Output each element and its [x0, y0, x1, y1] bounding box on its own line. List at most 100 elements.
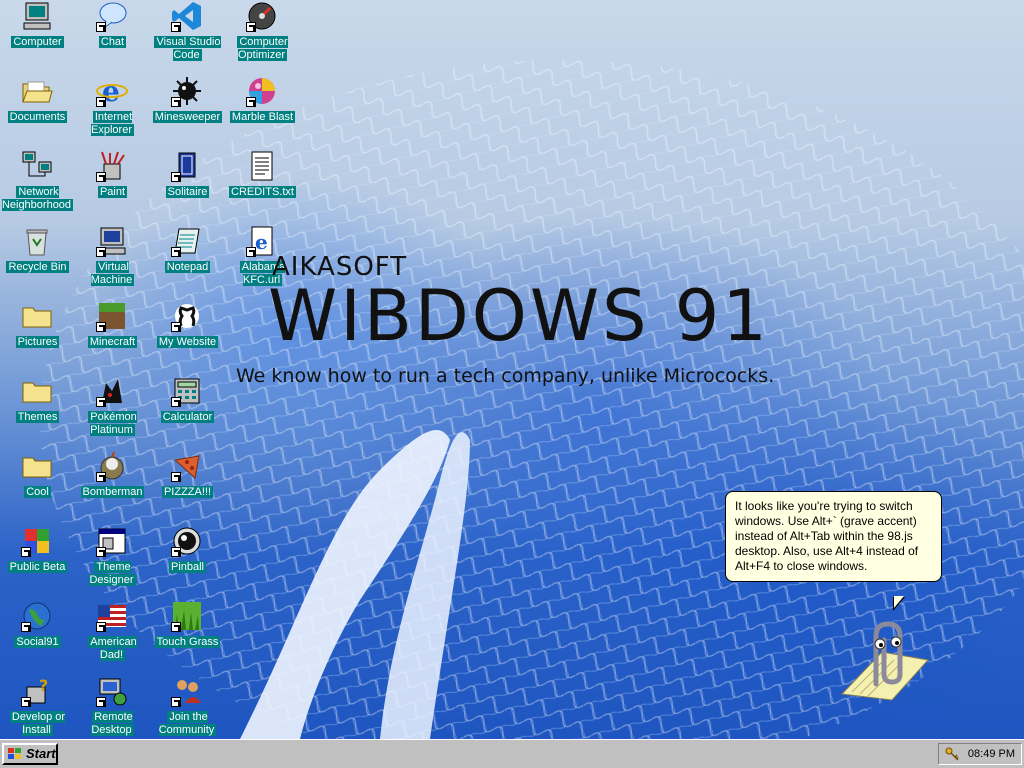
pokemon-icon — [96, 375, 128, 407]
minesweeper-icon — [171, 75, 203, 107]
desktop-icon-label: Remote Desktop — [91, 711, 134, 736]
desktop-icon-pictures[interactable]: Pictures — [0, 300, 75, 370]
desktop-icon-virtual-machine[interactable]: Virtual Machine — [75, 225, 150, 295]
flag-icon — [96, 600, 128, 632]
desktop-icon-paint[interactable]: Paint — [75, 150, 150, 220]
desktop-icon-label: Computer Optimizer — [237, 36, 288, 61]
minecraft-icon — [96, 300, 128, 332]
clock[interactable]: 08:49 PM — [968, 744, 1015, 764]
paint-icon — [96, 150, 128, 182]
desktop-icon-label: Computer — [11, 36, 64, 48]
desktop-icon-label: Visual Studio Code — [154, 36, 221, 61]
desktop-icon-label: PIZZZA!!! — [161, 486, 214, 498]
key-icon[interactable] — [945, 747, 959, 761]
desktop-icon-network-neighborhood[interactable]: Network Neighborhood — [0, 150, 75, 220]
desktop-icon-cool[interactable]: Cool — [0, 450, 75, 520]
desktop-icon-pizzza[interactable]: PIZZZA!!! — [150, 450, 225, 520]
desktop-icon-develop-or-install[interactable]: ? Develop or Install — [0, 675, 75, 739]
desktop-icon-join-the-community[interactable]: Join the Community — [150, 675, 225, 739]
text-file-icon — [246, 150, 278, 182]
desktop-icon-chat[interactable]: Chat — [75, 0, 150, 70]
desktop-icon-marble-blast[interactable]: Marble Blast — [225, 75, 300, 145]
desktop-icon-label: Pokémon Platinum — [88, 411, 137, 436]
desktop-icon-label: Solitaire — [165, 186, 210, 198]
desktop-icon-label: CREDITS.txt — [229, 186, 296, 198]
desktop-icon-american-dad[interactable]: American Dad! — [75, 600, 150, 670]
desktop-icon-pokemon-platinum[interactable]: Pokémon Platinum — [75, 375, 150, 445]
solitaire-icon — [171, 150, 203, 182]
desktop-icon-documents[interactable]: Documents — [0, 75, 75, 145]
desktop-icon-notepad[interactable]: Notepad — [150, 225, 225, 295]
desktop-icon-minecraft[interactable]: Minecraft — [75, 300, 150, 370]
desktop-icon-bomberman[interactable]: Bomberman — [75, 450, 150, 520]
desktop-icon-pinball[interactable]: Pinball — [150, 525, 225, 595]
desktop-icon-credits-txt[interactable]: CREDITS.txt — [225, 150, 300, 220]
desktop-icon-label: Pinball — [168, 561, 207, 573]
remote-desktop-icon — [96, 675, 128, 707]
desktop-icon-computer[interactable]: Computer — [0, 0, 75, 70]
globe-icon — [21, 600, 53, 632]
desktop-icon-recycle-bin[interactable]: Recycle Bin — [0, 225, 75, 295]
desktop-icon-label: American Dad! — [88, 636, 137, 661]
desktop-icon-label: Minecraft — [87, 336, 138, 348]
assistant-tooltip[interactable]: It looks like you're trying to switch wi… — [725, 491, 942, 582]
desktop-icon-public-beta[interactable]: Public Beta — [0, 525, 75, 595]
desktop-icon-label: Social91 — [14, 636, 61, 648]
desktop-icon-label: Touch Grass — [154, 636, 221, 648]
desktop-icon-remote-desktop[interactable]: Remote Desktop — [75, 675, 150, 739]
desktop-icon-label: Calculator — [160, 411, 215, 423]
desktop-icon-label: Notepad — [164, 261, 211, 273]
bomberman-icon — [96, 450, 128, 482]
folder-icon — [21, 450, 53, 482]
desktop-icon-social91[interactable]: Social91 — [0, 600, 75, 670]
grass-icon — [171, 600, 203, 632]
brand-tagline: We know how to run a tech company, unlik… — [236, 365, 775, 387]
paperclip-assistant-icon[interactable] — [832, 612, 932, 702]
desktop-icon-my-website[interactable]: My Website — [150, 300, 225, 370]
desktop-icon-label: Chat — [98, 36, 127, 48]
brand-title: WIBDOWS 91 — [268, 275, 770, 357]
desktop-icon-label: Paint — [97, 186, 128, 198]
desktop-icon-label: Bomberman — [80, 486, 145, 498]
wallpaper-branding: AIKASOFT WIBDOWS 91 We know how to run a… — [232, 250, 852, 400]
vscode-icon — [171, 0, 203, 32]
folder-icon — [21, 300, 53, 332]
desktop-icon-label: Marble Blast — [229, 111, 296, 123]
desktop-icon-solitaire[interactable]: Solitaire — [150, 150, 225, 220]
desktop-icon-computer-optimizer[interactable]: Computer Optimizer — [225, 0, 300, 70]
virtual-machine-icon — [96, 225, 128, 257]
desktop-icon-touch-grass[interactable]: Touch Grass — [150, 600, 225, 670]
marble-icon — [246, 75, 278, 107]
desktop-icon-label: Internet Explorer — [91, 111, 134, 136]
internet-explorer-icon: e — [96, 75, 128, 108]
desktop-icon-calculator[interactable]: Calculator — [150, 375, 225, 445]
desktop-icon-themes[interactable]: Themes — [0, 375, 75, 445]
taskbar: Start 08:49 PM — [0, 739, 1024, 768]
desktop-icon-label: Pictures — [15, 336, 60, 348]
desktop-icon-label: Develop or Install — [9, 711, 66, 736]
start-button[interactable]: Start — [2, 743, 58, 765]
pinball-icon — [171, 525, 203, 557]
desktop-icon-label: Virtual Machine — [90, 261, 135, 286]
notepad-icon — [171, 225, 203, 257]
desktop-icon-visual-studio-code[interactable]: Visual Studio Code — [150, 0, 225, 70]
pizza-icon — [171, 450, 203, 482]
desktop-icon-label: Recycle Bin — [6, 261, 69, 273]
folder-open-icon — [21, 75, 53, 107]
desktop-icon-label: Theme Designer — [89, 561, 136, 586]
desktop-icon-theme-designer[interactable]: Theme Designer — [75, 525, 150, 595]
desktop-icon-label: Documents — [7, 111, 68, 123]
desktop-icon-internet-explorer[interactable]: e Internet Explorer — [75, 75, 150, 145]
help-install-icon: ? — [21, 675, 53, 707]
desktop-icon-label: Network Neighborhood — [1, 186, 74, 211]
assistant-tooltip-text: It looks like you're trying to switch wi… — [735, 499, 919, 573]
desktop-icon-label: Themes — [15, 411, 60, 423]
start-label: Start — [26, 746, 56, 761]
desktop-icon-label: Public Beta — [7, 561, 68, 573]
system-tray: 08:49 PM — [938, 743, 1022, 765]
calculator-icon — [171, 375, 203, 407]
desktop-icon-label: Join the Community — [158, 711, 217, 736]
desktop[interactable]: Computer Documents Network Neighborhood … — [0, 0, 1024, 739]
windows-logo-icon — [8, 748, 21, 759]
desktop-icon-minesweeper[interactable]: Minesweeper — [150, 75, 225, 145]
